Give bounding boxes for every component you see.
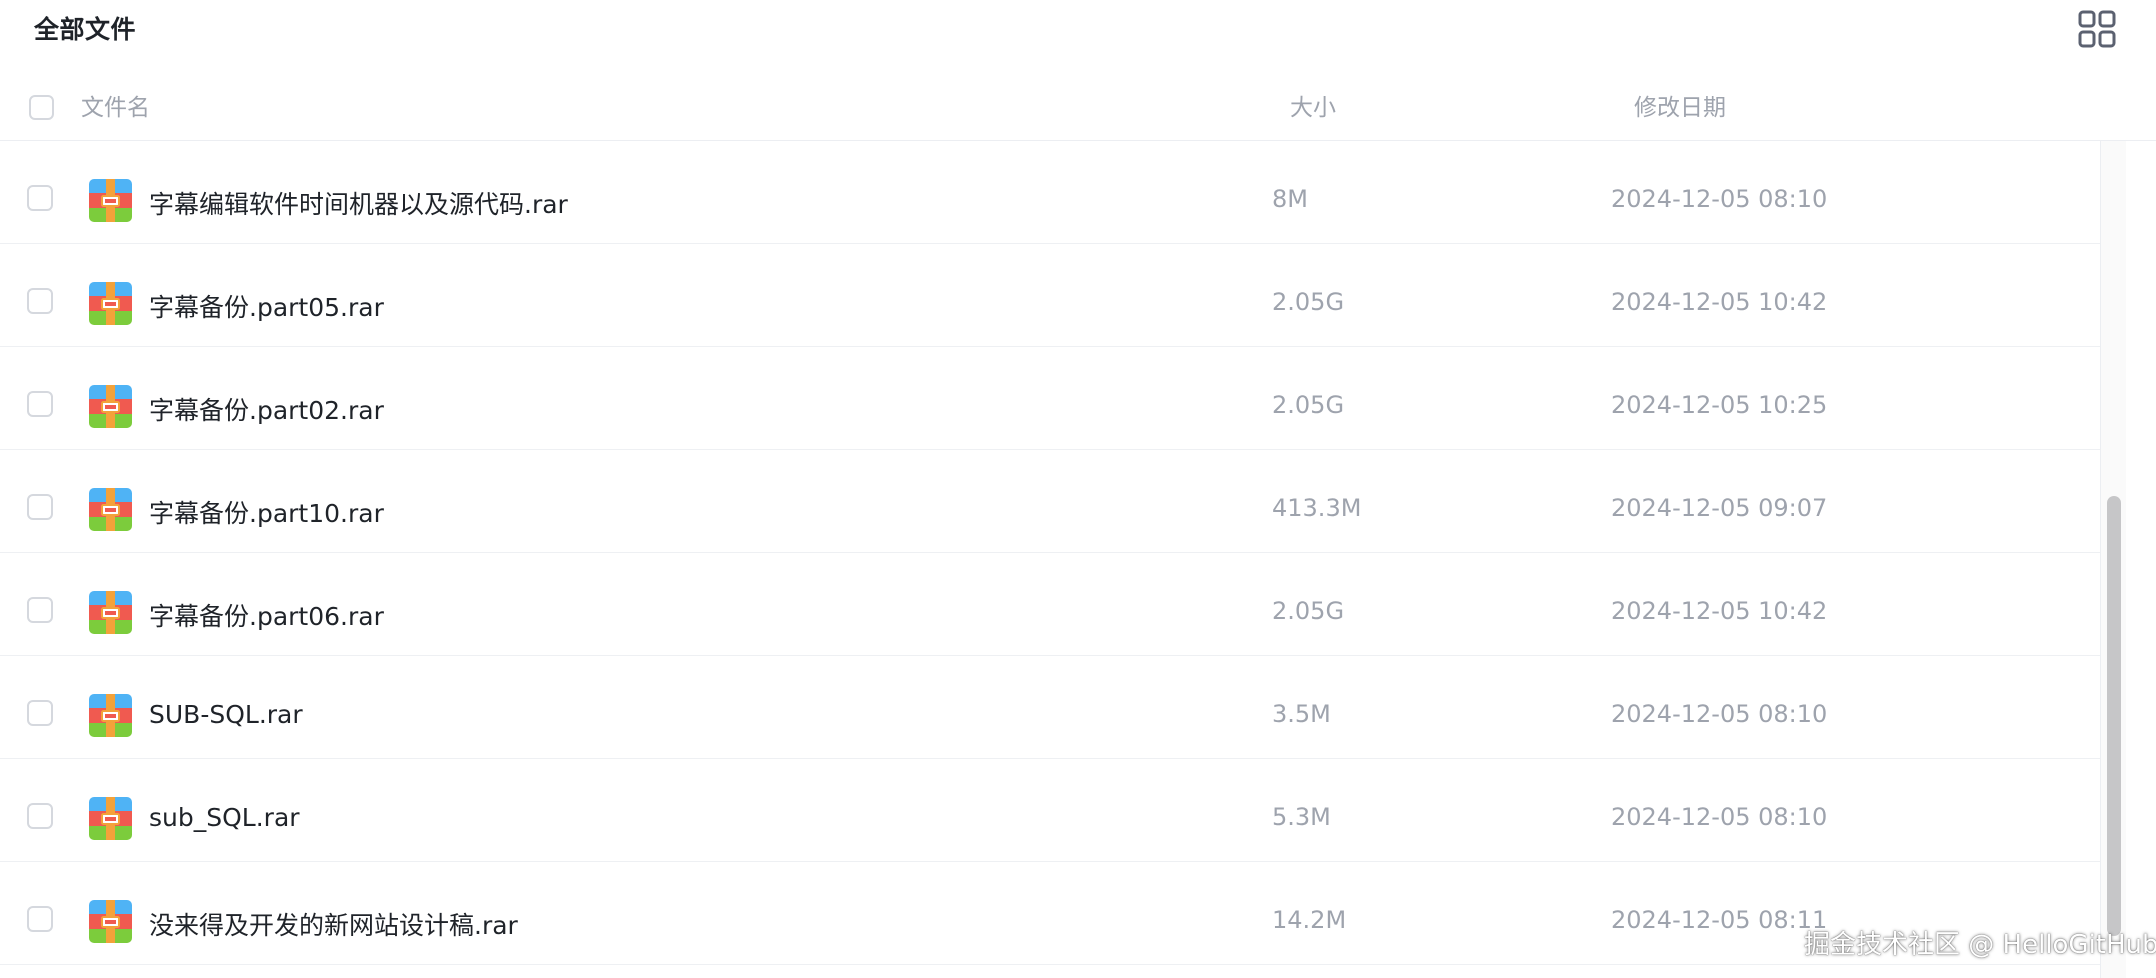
row-checkbox[interactable]: [27, 597, 53, 623]
file-name[interactable]: 字幕备份.part05.rar: [149, 288, 384, 324]
file-size: 413.3M: [1272, 494, 1362, 522]
file-modified-date: 2024-12-05 08:10: [1611, 185, 1828, 213]
column-header-name[interactable]: 文件名: [81, 88, 150, 122]
top-bar: 全部文件: [0, 0, 2156, 56]
rar-archive-icon: [89, 385, 132, 428]
table-header: 文件名 大小 修改日期: [0, 72, 2156, 141]
table-row[interactable]: 字幕备份.part06.rar 2.05G 2024-12-05 10:42: [0, 553, 2100, 656]
file-modified-date: 2024-12-05 08:11: [1611, 906, 1828, 934]
file-modified-date: 2024-12-05 09:07: [1611, 494, 1828, 522]
rar-archive-icon-graphic: [89, 282, 132, 325]
file-name[interactable]: sub_SQL.rar: [149, 803, 300, 832]
rar-archive-icon: [89, 179, 132, 222]
grid-view-icon-graphic: [2078, 10, 2116, 48]
file-modified-date: 2024-12-05 10:25: [1611, 391, 1828, 419]
file-modified-date: 2024-12-05 10:42: [1611, 288, 1828, 316]
rar-archive-icon-graphic: [89, 488, 132, 531]
row-checkbox[interactable]: [27, 185, 53, 211]
file-size: 2.05G: [1272, 391, 1345, 419]
table-row[interactable]: 字幕编辑软件时间机器以及源代码.rar 8M 2024-12-05 08:10: [0, 141, 2100, 244]
row-checkbox[interactable]: [27, 906, 53, 932]
row-checkbox[interactable]: [27, 288, 53, 314]
file-size: 5.3M: [1272, 803, 1331, 831]
table-row[interactable]: 字幕备份.part10.rar 413.3M 2024-12-05 09:07: [0, 450, 2100, 553]
rar-archive-icon-graphic: [89, 694, 132, 737]
page-title: 全部文件: [34, 15, 137, 44]
select-all-checkbox[interactable]: [29, 95, 54, 120]
file-size: 2.05G: [1272, 288, 1345, 316]
table-row[interactable]: SUB-SQL.rar 3.5M 2024-12-05 08:10: [0, 656, 2100, 759]
row-checkbox[interactable]: [27, 803, 53, 829]
rar-archive-icon: [89, 488, 132, 531]
table-row[interactable]: 字幕备份.part02.rar 2.05G 2024-12-05 10:25: [0, 347, 2100, 450]
row-checkbox[interactable]: [27, 494, 53, 520]
rar-archive-icon: [89, 900, 132, 943]
file-modified-date: 2024-12-05 08:10: [1611, 803, 1828, 831]
column-header-date[interactable]: 修改日期: [1634, 88, 1726, 122]
row-checkbox[interactable]: [27, 391, 53, 417]
rar-archive-icon: [89, 282, 132, 325]
rar-archive-icon-graphic: [89, 179, 132, 222]
table-row[interactable]: 字幕备份.part05.rar 2.05G 2024-12-05 10:42: [0, 244, 2100, 347]
file-modified-date: 2024-12-05 08:10: [1611, 700, 1828, 728]
column-header-size[interactable]: 大小: [1290, 88, 1336, 122]
scrollbar-thumb[interactable]: [2107, 496, 2121, 936]
file-name[interactable]: 字幕编辑软件时间机器以及源代码.rar: [149, 185, 568, 221]
watermark-text: 掘金技术社区 @ HelloGitHub: [1804, 930, 2156, 960]
file-browser: 全部文件 文件名 大小 修改日期 字幕编辑软件时间机器以及源代码.rar 8M …: [0, 0, 2156, 978]
table-row[interactable]: sub_SQL.rar 5.3M 2024-12-05 08:10: [0, 759, 2100, 862]
rar-archive-icon: [89, 694, 132, 737]
file-name[interactable]: SUB-SQL.rar: [149, 700, 303, 729]
file-size: 14.2M: [1272, 906, 1347, 934]
file-list: 字幕编辑软件时间机器以及源代码.rar 8M 2024-12-05 08:10 …: [0, 141, 2100, 978]
file-size: 2.05G: [1272, 597, 1345, 625]
row-checkbox[interactable]: [27, 700, 53, 726]
file-name[interactable]: 字幕备份.part10.rar: [149, 494, 384, 530]
file-size: 3.5M: [1272, 700, 1331, 728]
file-modified-date: 2024-12-05 10:42: [1611, 597, 1828, 625]
rar-archive-icon-graphic: [89, 591, 132, 634]
file-name[interactable]: 字幕备份.part06.rar: [149, 597, 384, 633]
file-size: 8M: [1272, 185, 1308, 213]
rar-archive-icon: [89, 591, 132, 634]
file-name[interactable]: 字幕备份.part02.rar: [149, 391, 384, 427]
table-row[interactable]: 没来得及开发的新网站设计稿.rar 14.2M 2024-12-05 08:11: [0, 862, 2100, 965]
rar-archive-icon-graphic: [89, 797, 132, 840]
grid-view-icon[interactable]: [2077, 9, 2117, 49]
rar-archive-icon-graphic: [89, 900, 132, 943]
rar-archive-icon-graphic: [89, 385, 132, 428]
rar-archive-icon: [89, 797, 132, 840]
file-name[interactable]: 没来得及开发的新网站设计稿.rar: [149, 906, 518, 942]
